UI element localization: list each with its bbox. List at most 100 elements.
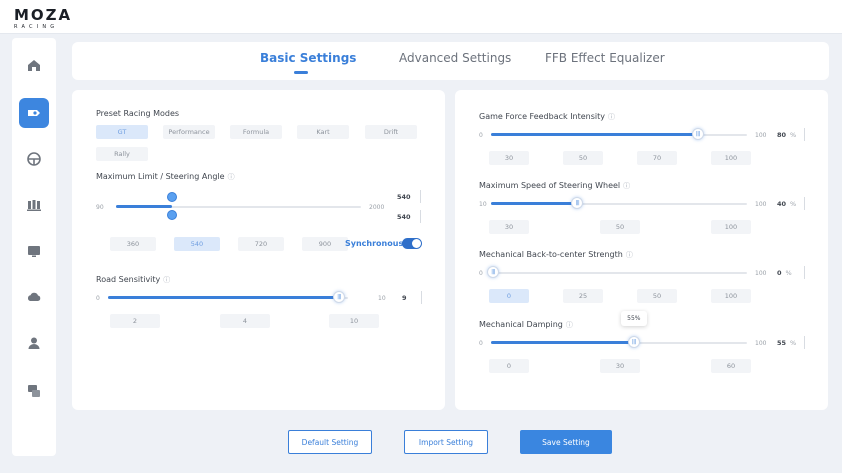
max-speed-50-button[interactable]: 50 (600, 220, 640, 234)
info-icon[interactable]: ⓘ (608, 113, 615, 121)
active-tab-indicator (294, 71, 308, 74)
ffb-min: 0 (479, 132, 483, 139)
tab-bar: Basic Settings Advanced Settings FFB Eff… (72, 42, 829, 80)
back-to-center-25-button[interactable]: 25 (563, 289, 603, 303)
basic-settings-left-panel: Preset Racing Modes GT Performance Formu… (72, 90, 445, 410)
moza-logo: MOZA RACING (14, 8, 72, 31)
sidebar-item-home[interactable] (19, 50, 49, 80)
info-icon[interactable]: ⓘ (626, 251, 633, 259)
steering-angle-value-field[interactable]: 540 (397, 210, 421, 223)
damping-30-button[interactable]: 30 (600, 359, 640, 373)
sidebar-item-dashboard[interactable] (19, 236, 49, 266)
ffb-handle[interactable]: ||| (691, 128, 704, 140)
logo-subtitle: RACING (14, 24, 59, 30)
sidebar-item-pedals[interactable] (19, 190, 49, 220)
game-ffb-intensity-label: Game Force Feedback Intensity ⓘ (479, 112, 616, 121)
sidebar-item-support[interactable] (19, 376, 49, 406)
road-sensitivity-value-field[interactable]: 9 (402, 291, 422, 304)
preset-gt-button[interactable]: GT (96, 125, 148, 139)
sidebar-item-wheelbase[interactable] (19, 98, 49, 128)
road-sensitivity-10-button[interactable]: 10 (329, 314, 379, 328)
logo-title: MOZA (14, 6, 73, 24)
ffb-70-button[interactable]: 70 (637, 151, 677, 165)
ffb-50-button[interactable]: 50 (563, 151, 603, 165)
mechanical-damping-value-field[interactable]: 55% (777, 336, 805, 349)
synchronous-toggle[interactable] (402, 238, 422, 249)
steering-wheel-icon (27, 152, 41, 166)
max-speed-min: 10 (479, 201, 487, 208)
import-setting-button[interactable]: Import Setting (404, 430, 488, 454)
road-sensitivity-4-button[interactable]: 4 (220, 314, 270, 328)
preset-kart-button[interactable]: Kart (297, 125, 349, 139)
tab-advanced-settings[interactable]: Advanced Settings (399, 51, 511, 65)
basic-settings-right-panel: Game Force Feedback Intensity ⓘ 0 ||| 100… (455, 90, 828, 410)
home-icon (28, 60, 40, 71)
max-limit-steering-angle-label: Maximum Limit / Steering Angle ⓘ (96, 172, 235, 181)
back-to-center-value-field[interactable]: 0% (777, 266, 805, 279)
mechanical-damping-fill (491, 341, 632, 344)
preset-formula-button[interactable]: Formula (230, 125, 282, 139)
save-setting-button[interactable]: Save Setting (520, 430, 612, 454)
ffb-100-button[interactable]: 100 (711, 151, 751, 165)
max-speed-handle[interactable]: ||| (571, 197, 584, 209)
wheelbase-icon (28, 110, 40, 116)
max-speed-value-field[interactable]: 40% (777, 197, 805, 210)
back-to-center-min: 0 (479, 270, 483, 277)
mechanical-damping-handle[interactable]: ||| (627, 336, 640, 348)
road-sensitivity-handle[interactable]: ||| (333, 291, 345, 303)
mechanical-damping-min: 0 (479, 340, 483, 347)
synchronous-label: Synchronous (345, 239, 404, 248)
ffb-fill (491, 133, 696, 136)
max-limit-fill (116, 205, 172, 208)
cloud-icon (27, 292, 41, 301)
back-to-center-100-button[interactable]: 100 (711, 289, 751, 303)
info-icon[interactable]: ⓘ (623, 182, 630, 190)
preset-rally-button[interactable]: Rally (96, 147, 148, 161)
preset-performance-button[interactable]: Performance (163, 125, 215, 139)
max-limit-min: 90 (96, 204, 104, 211)
back-to-center-track (491, 272, 747, 274)
max-speed-label: Maximum Speed of Steering Wheel ⓘ (479, 181, 631, 190)
info-icon[interactable]: ⓘ (163, 276, 170, 284)
top-bar: MOZA RACING (0, 0, 842, 34)
max-speed-max: 100 (755, 201, 767, 208)
back-to-center-0-button[interactable]: 0 (489, 289, 529, 303)
angle-720-button[interactable]: 720 (238, 237, 284, 251)
back-to-center-50-button[interactable]: 50 (637, 289, 677, 303)
max-speed-100-button[interactable]: 100 (711, 220, 751, 234)
road-sensitivity-min: 0 (96, 295, 100, 302)
steering-angle-handle[interactable] (167, 210, 177, 220)
road-sensitivity-2-button[interactable]: 2 (110, 314, 160, 328)
dashboard-icon (28, 246, 40, 257)
max-speed-30-button[interactable]: 30 (489, 220, 529, 234)
info-icon[interactable]: ⓘ (228, 173, 235, 181)
tab-ffb-effect-equalizer[interactable]: FFB Effect Equalizer (545, 51, 665, 65)
ffb-value-field[interactable]: 80% (777, 128, 805, 141)
support-icon (28, 385, 40, 397)
default-setting-button[interactable]: Default Setting (288, 430, 372, 454)
damping-0-button[interactable]: 0 (489, 359, 529, 373)
mechanical-damping-label: Mechanical Damping ⓘ (479, 320, 573, 329)
sidebar-item-cloud[interactable] (19, 282, 49, 312)
angle-360-button[interactable]: 360 (110, 237, 156, 251)
tab-basic-settings[interactable]: Basic Settings (260, 51, 356, 65)
damping-value-tooltip: 55% (620, 311, 647, 326)
sidebar-item-user[interactable] (19, 328, 49, 358)
back-to-center-handle[interactable]: ||| (487, 266, 499, 278)
preset-racing-modes-label: Preset Racing Modes (96, 109, 180, 118)
road-sensitivity-label: Road Sensitivity ⓘ (96, 275, 171, 284)
info-icon[interactable]: ⓘ (566, 321, 573, 329)
pedals-icon (27, 200, 41, 211)
max-speed-fill (491, 202, 576, 205)
ffb-30-button[interactable]: 30 (489, 151, 529, 165)
road-sensitivity-fill (108, 296, 338, 299)
max-limit-value-field[interactable]: 540 (397, 190, 421, 203)
angle-540-button[interactable]: 540 (174, 237, 220, 251)
sidebar-item-steering-wheel[interactable] (19, 144, 49, 174)
road-sensitivity-max: 10 (378, 295, 386, 302)
max-limit-handle[interactable] (167, 192, 177, 202)
preset-drift-button[interactable]: Drift (365, 125, 417, 139)
damping-60-button[interactable]: 60 (711, 359, 751, 373)
angle-900-button[interactable]: 900 (302, 237, 348, 251)
ffb-max: 100 (755, 132, 767, 139)
